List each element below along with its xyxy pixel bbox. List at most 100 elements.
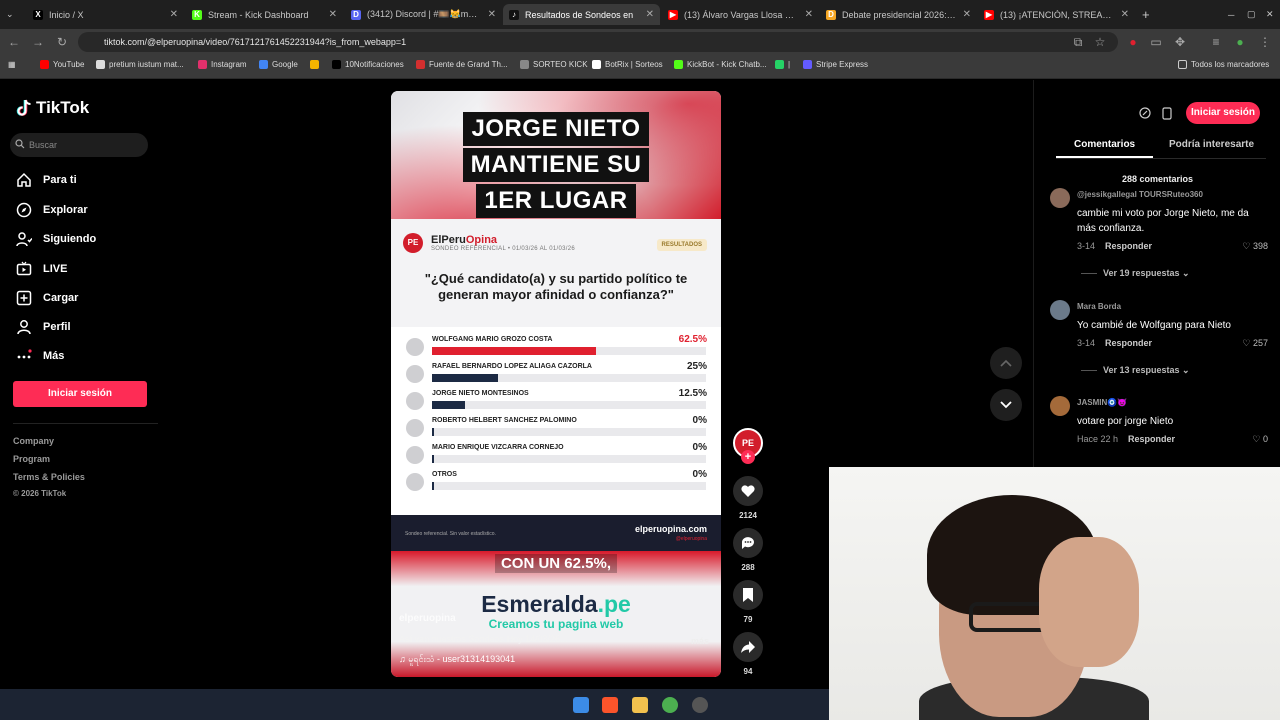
like-action[interactable]: 2124	[733, 476, 763, 520]
share-action[interactable]: 94	[733, 632, 763, 676]
phone-icon[interactable]	[1158, 104, 1176, 122]
app-icon[interactable]	[692, 697, 708, 713]
new-tab-button[interactable]: +	[1136, 4, 1156, 25]
tab-close-icon[interactable]: ✕	[805, 9, 813, 20]
music-link[interactable]: ♫ မူရင်းသံ - user31314193041	[399, 654, 515, 667]
video-username[interactable]: elperuopina	[399, 613, 456, 624]
browser-menu-icon[interactable]: ⋮	[1257, 34, 1273, 50]
tab-podria-interesarte[interactable]: Podría interesarte	[1169, 139, 1254, 150]
bookmark-item[interactable]: Google	[259, 60, 298, 69]
footer-link-terms[interactable]: Terms & Policies	[13, 472, 85, 482]
bookmark-item[interactable]: 10Notificaciones	[332, 60, 404, 69]
sidebar-item-mas[interactable]: Más	[16, 348, 64, 364]
tiktok-logo[interactable]: TikTok	[16, 98, 89, 118]
view-replies[interactable]: Ver 19 respuestas ⌄	[1081, 268, 1190, 279]
tab-close-icon[interactable]: ✕	[170, 9, 178, 20]
browser-tab[interactable]: ♪ Resultados de Sondeos en ✕	[503, 4, 660, 25]
url-input[interactable]: tiktok.com/@elperuopina/video/7617121761…	[78, 32, 1118, 52]
minimize-icon[interactable]: ─	[1222, 4, 1240, 25]
commenter-name[interactable]: @jessikgallegal TOURSRuteo360	[1077, 190, 1203, 199]
forward-icon[interactable]: →	[30, 34, 46, 50]
brave-browser-icon[interactable]	[602, 697, 618, 713]
apps-grid-icon[interactable]: ▦	[8, 60, 16, 69]
comment-like[interactable]: ♡ 398	[1242, 241, 1268, 252]
reply-button[interactable]: Responder	[1128, 434, 1175, 444]
extensions-puzzle-icon[interactable]: ✥	[1172, 34, 1188, 50]
commenter-name[interactable]: Mara Borda	[1077, 302, 1121, 311]
commenter-avatar[interactable]	[1050, 188, 1070, 208]
extension-icon-2[interactable]: ▭	[1148, 34, 1164, 50]
tab-favicon-icon: ♪	[509, 9, 519, 20]
video-player[interactable]: JORGE NIETO MANTIENE SU 1ER LUGAR PE ElP…	[391, 91, 721, 677]
reply-button[interactable]: Responder	[1105, 241, 1152, 251]
browser-tab[interactable]: D (3412) Discord | #🎞️😹memes ✕	[345, 4, 502, 25]
more-link[interactable]: más	[691, 636, 709, 646]
comment-text: cambie mi voto por Jorge Nieto, me da má…	[1077, 208, 1249, 234]
previous-video-button[interactable]	[990, 347, 1022, 379]
sidebar-item-siguiendo[interactable]: Siguiendo	[16, 231, 96, 247]
bookmark-favicon-icon	[259, 60, 268, 69]
sidebar-item-para-ti[interactable]: Para ti	[16, 172, 77, 188]
tab-close-icon[interactable]: ✕	[329, 9, 337, 20]
reload-icon[interactable]: ↻	[54, 34, 70, 50]
login-button[interactable]: Iniciar sesión	[13, 381, 147, 407]
bookmark-item[interactable]: Instagram	[198, 60, 247, 69]
chrome-icon[interactable]	[662, 697, 678, 713]
next-video-button[interactable]	[990, 389, 1022, 421]
maximize-icon[interactable]: ▢	[1241, 4, 1262, 25]
sidebar-item-live[interactable]: LIVE	[16, 261, 67, 277]
tab-close-icon[interactable]: ✕	[963, 9, 971, 20]
bookmark-label: 10Notificaciones	[345, 60, 404, 69]
browser-tab[interactable]: ▶ (13) ¡ATENCIÓN, STREAMERS! ✕	[978, 4, 1135, 25]
commenter-name[interactable]: JASMIN🧿😈	[1077, 398, 1127, 407]
back-icon[interactable]: ←	[6, 34, 22, 50]
bookmark-item[interactable]: SORTEO KICK	[520, 60, 588, 69]
coin-icon[interactable]	[1136, 104, 1154, 122]
tab-close-icon[interactable]: ✕	[488, 9, 496, 20]
windows-start-icon[interactable]	[573, 697, 589, 713]
comment-action[interactable]: 288	[733, 528, 763, 572]
browser-tab[interactable]: K Stream - Kick Dashboard ✕	[186, 4, 343, 25]
bookmark-item[interactable]: Stripe Express	[803, 60, 868, 69]
commenter-avatar[interactable]	[1050, 300, 1070, 320]
tab-close-icon[interactable]: ✕	[1121, 9, 1129, 20]
footer-link-program[interactable]: Program	[13, 454, 50, 464]
install-icon[interactable]: ⧉	[1070, 34, 1086, 50]
sidebar-item-perfil[interactable]: Perfil	[16, 319, 71, 335]
tab-title: Debate presidencial 2026: hoy	[842, 9, 957, 20]
reply-button[interactable]: Responder	[1105, 338, 1152, 348]
tab-close-icon[interactable]: ✕	[646, 9, 654, 20]
bookmark-item[interactable]: |	[775, 60, 790, 69]
sidebar-item-explorar[interactable]: Explorar	[16, 202, 88, 218]
browser-tab[interactable]: X Inicio / X ✕	[27, 4, 184, 25]
browser-tab[interactable]: D Debate presidencial 2026: hoy ✕	[820, 4, 977, 25]
sidebar-item-cargar[interactable]: Cargar	[16, 290, 78, 306]
header-login-button[interactable]: Iniciar sesión	[1186, 102, 1260, 124]
media-control-icon[interactable]: ≡	[1208, 34, 1224, 50]
footer-link-company[interactable]: Company	[13, 436, 54, 446]
file-explorer-icon[interactable]	[632, 697, 648, 713]
profile-avatar-icon[interactable]: ●	[1232, 34, 1248, 50]
bookmark-item[interactable]	[310, 60, 323, 69]
bookmark-item[interactable]: KickBot - Kick Chatb...	[674, 60, 767, 69]
comment-like[interactable]: ♡ 0	[1252, 434, 1268, 445]
search-input[interactable]: Buscar	[10, 133, 148, 157]
comment-like[interactable]: ♡ 257	[1242, 338, 1268, 349]
browser-tab[interactable]: ▶ (13) Álvaro Vargas Llosa advierte ✕	[662, 4, 819, 25]
all-bookmarks[interactable]: Todos los marcadores	[1178, 60, 1269, 69]
commenter-avatar[interactable]	[1050, 396, 1070, 416]
bookmark-item[interactable]: pretium iustum mat...	[96, 60, 184, 69]
tab-comentarios[interactable]: Comentarios	[1074, 139, 1135, 150]
bookmark-item[interactable]: BotRix | Sorteos	[592, 60, 663, 69]
extension-icon[interactable]: ●	[1125, 34, 1141, 50]
bookmark-item[interactable]: YouTube	[40, 60, 84, 69]
bookmark-star-icon[interactable]: ☆	[1092, 34, 1108, 50]
tab-search-icon[interactable]: ⌄	[0, 4, 26, 25]
bookmark-item[interactable]: Fuente de Grand Th...	[416, 60, 508, 69]
follow-button[interactable]: +	[741, 450, 755, 464]
save-action[interactable]: 79	[733, 580, 763, 624]
result-bar-track	[432, 374, 706, 382]
view-replies[interactable]: Ver 13 respuestas ⌄	[1081, 365, 1190, 376]
close-window-icon[interactable]: ✕	[1260, 4, 1280, 25]
comment-meta: 3-14 Responder	[1077, 241, 1153, 251]
